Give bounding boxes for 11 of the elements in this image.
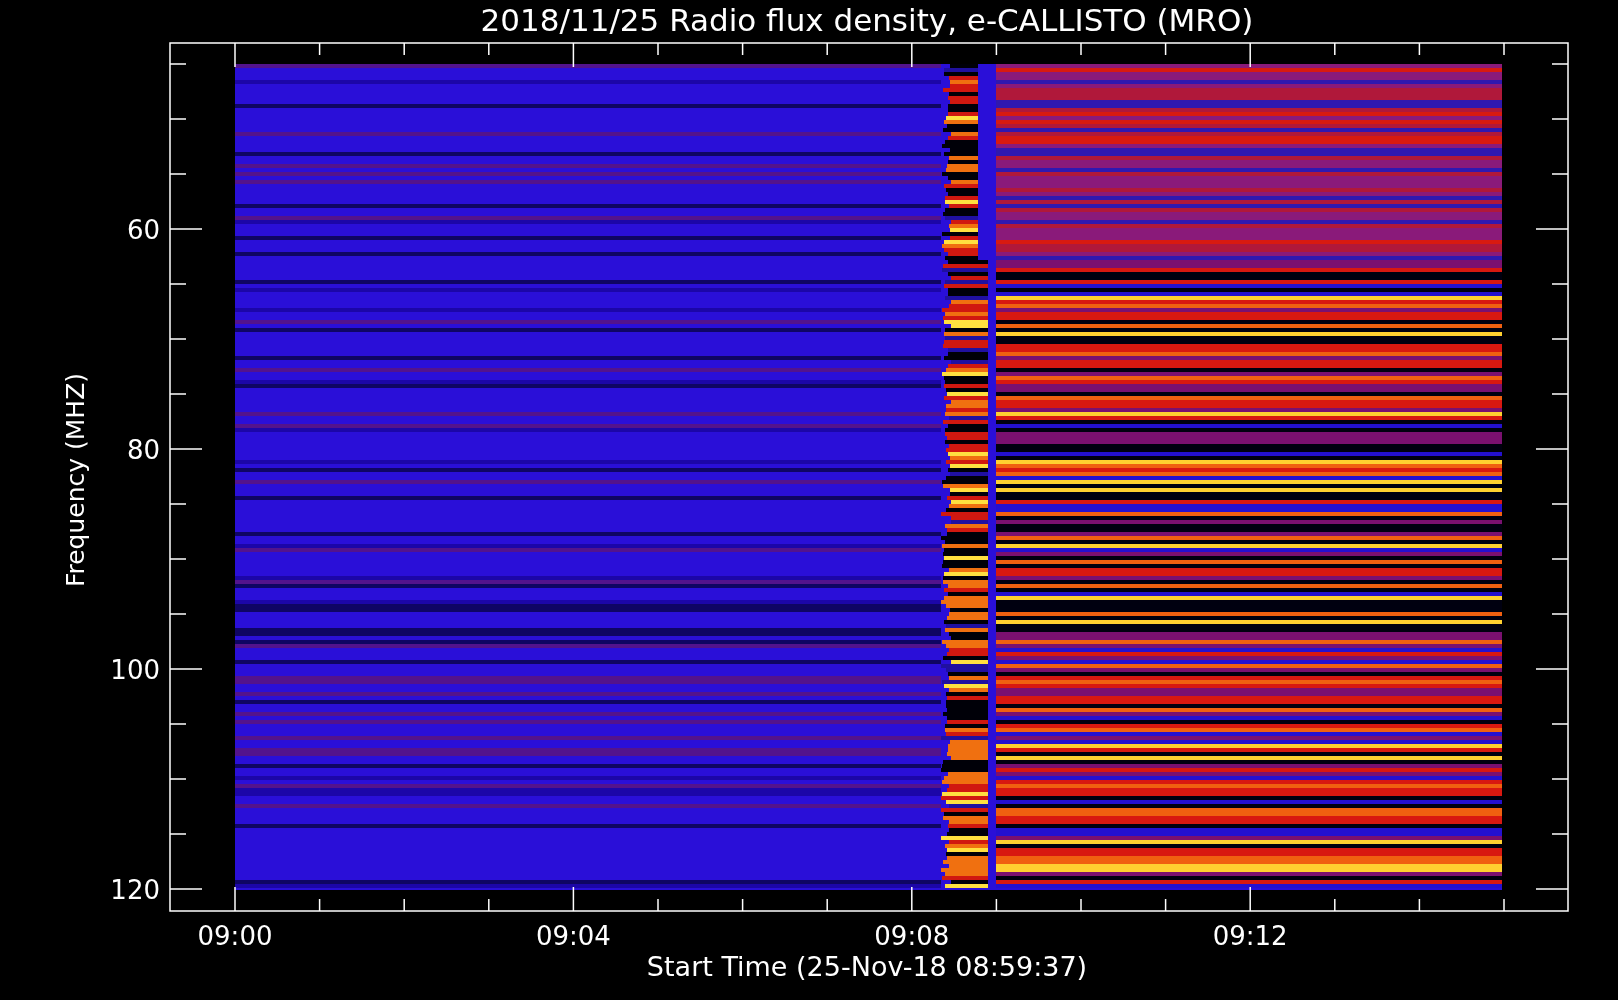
tick-label: 09:08	[874, 921, 950, 951]
tick-label: 09:00	[197, 921, 273, 951]
tick-label: 09:04	[535, 921, 611, 951]
axis-label: Frequency (MHZ)	[61, 372, 90, 588]
tick-label: 09:12	[1212, 921, 1288, 951]
plot-title: 2018/11/25 Radio flux density, e-CALLISTO (MRO)	[480, 2, 1254, 38]
tick-label: 60	[126, 215, 160, 245]
tick-label: 100	[110, 655, 160, 685]
axis-label: Start Time (25-Nov-18 08:59:37)	[646, 951, 1088, 982]
tick-label: 80	[126, 435, 160, 465]
tick-label: 120	[110, 875, 160, 905]
